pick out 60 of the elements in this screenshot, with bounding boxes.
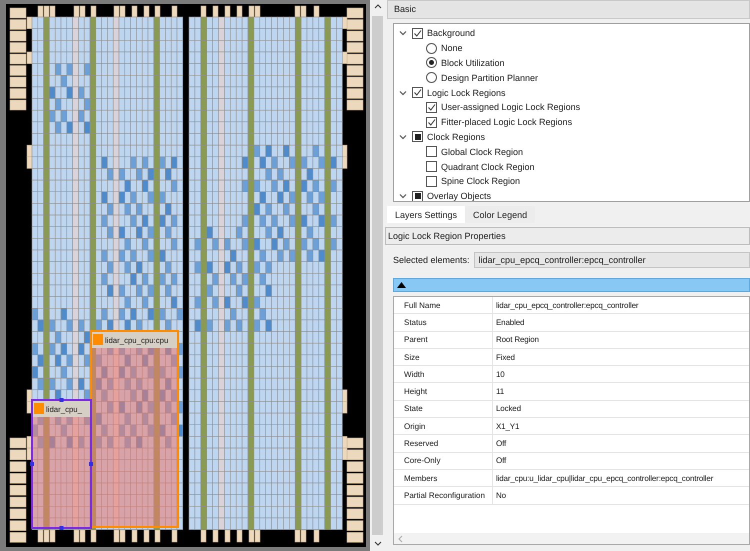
property-name: Origin: [394, 418, 493, 434]
property-name: Width: [394, 366, 493, 382]
tree-item-label: Fitter-placed Logic Lock Regions: [441, 117, 572, 128]
tab[interactable]: Color Legend: [465, 206, 536, 223]
section-header: Logic Lock Region Properties: [385, 227, 750, 245]
tree-item-label: Spine Clock Region: [441, 176, 520, 186]
radio-button[interactable]: [426, 57, 437, 68]
tree-item-label: Block Utilization: [441, 58, 505, 68]
property-name: Height: [394, 383, 493, 400]
region-overlay[interactable]: [90, 330, 179, 528]
property-name: Full Name: [394, 297, 493, 314]
tree-item-label: User-assigned Logic Lock Regions: [441, 102, 580, 112]
horizontal-scrollbar[interactable]: [394, 533, 749, 544]
tree-item-label: Logic Lock Regions: [427, 88, 506, 98]
region-swatch-icon: [34, 403, 44, 414]
radio-button[interactable]: [426, 42, 437, 54]
property-name: Core-Only: [394, 452, 493, 469]
checkbox[interactable]: [412, 87, 423, 98]
chevron-icon[interactable]: [398, 191, 408, 201]
checkbox[interactable]: [426, 116, 437, 128]
property-name: State: [394, 400, 493, 418]
collapse-triangle-icon[interactable]: [397, 282, 406, 288]
property-value: lidar_cpu_epcq_controller:epcq_controller: [495, 300, 638, 310]
tree-item-label: Design Partition Planner: [441, 72, 538, 83]
property-value: X1_Y1: [495, 422, 520, 431]
property-value: lidar_cpu:u_lidar_cpu|lidar_cpu_epcq_controller:epcq_controller: [495, 474, 714, 483]
property-name: Parent: [394, 332, 493, 348]
checkbox[interactable]: [426, 102, 437, 113]
checkbox[interactable]: [412, 190, 423, 201]
section-header: Basic: [387, 0, 750, 19]
tree-item-label: None: [441, 43, 463, 54]
property-value: No: [495, 490, 506, 500]
checkbox[interactable]: [412, 28, 423, 39]
property-name: Members: [394, 470, 493, 486]
tab[interactable]: Layers Settings: [387, 206, 466, 223]
checkbox[interactable]: [426, 161, 437, 172]
selected-elements-field[interactable]: lidar_cpu_epcq_controller:epcq_controller: [474, 252, 750, 268]
property-name: Reserved: [394, 435, 493, 452]
tree-item-label: Background: [427, 28, 476, 38]
tree-item-label: Overlay Objects: [427, 191, 492, 201]
radio-button[interactable]: [426, 72, 437, 84]
field-label: Selected elements:: [393, 255, 470, 265]
property-value: 10: [495, 370, 505, 379]
tree-item-label: Clock Regions: [427, 132, 486, 142]
checkbox[interactable]: [426, 176, 437, 187]
property-value: Root Region: [495, 335, 539, 344]
property-value: Fixed: [495, 352, 515, 362]
property-value: 11: [495, 387, 504, 396]
tree-item-label: Quadrant Clock Region: [441, 162, 535, 172]
property-name: Status: [394, 314, 493, 331]
checkbox[interactable]: [426, 146, 437, 158]
checkbox[interactable]: [412, 131, 423, 142]
property-value: Off: [495, 456, 506, 466]
region-swatch-icon: [93, 334, 103, 345]
property-name: Partial Reconfiguration: [394, 487, 493, 504]
property-value: Locked: [495, 404, 521, 414]
property-value: Off: [495, 439, 506, 448]
property-name: Size: [394, 348, 493, 366]
tree-item-label: Global Clock Region: [441, 146, 524, 157]
property-value: Enabled: [495, 318, 524, 327]
